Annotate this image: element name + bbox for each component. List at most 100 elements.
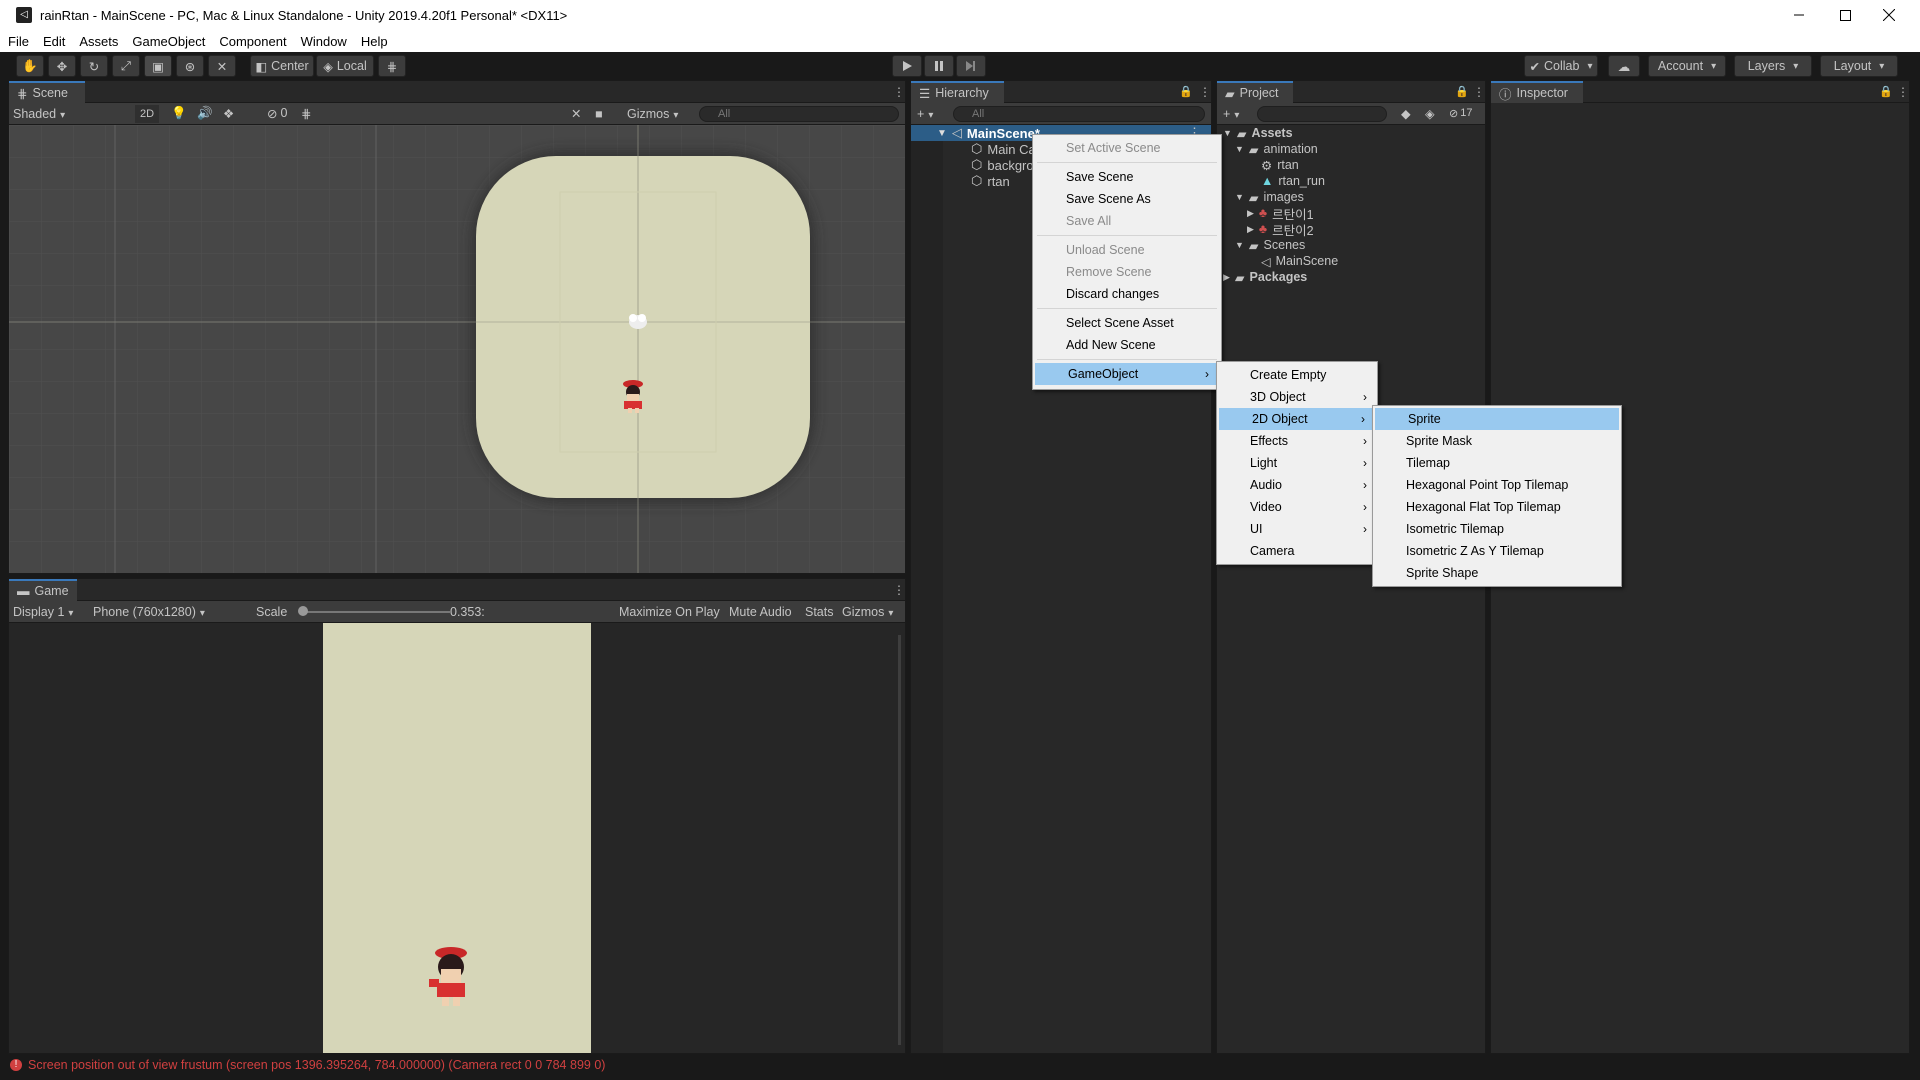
move-tool-icon[interactable]: ✥ (48, 55, 76, 77)
menu-item-2d-object[interactable]: 2D Object › (1219, 408, 1375, 430)
audio-icon[interactable]: 🔊 (197, 106, 213, 121)
mute-audio-toggle[interactable]: Mute Audio (729, 605, 792, 619)
resolution-dropdown[interactable]: Phone (760x1280) (93, 605, 251, 619)
menu-window[interactable]: Window (301, 34, 347, 49)
pivot-local-button[interactable]: ◈ Local (316, 55, 374, 77)
menu-item-unload-scene[interactable]: Unload Scene (1033, 239, 1221, 261)
lock-icon[interactable]: 🔒 (1455, 85, 1469, 98)
tree-animation[interactable]: ▼ ▰ animation (1235, 141, 1318, 157)
menu-item-3d-object[interactable]: 3D Object › (1217, 386, 1377, 408)
menu-help[interactable]: Help (361, 34, 388, 49)
collab-dropdown[interactable]: ✔ Collab (1524, 55, 1598, 77)
expand-arrow-icon[interactable]: ▼ (937, 128, 947, 139)
tab-inspector[interactable]: ⓘ Inspector (1491, 81, 1583, 103)
more-options-icon[interactable]: ⋮ (1897, 85, 1909, 99)
menu-item-save-all[interactable]: Save All (1033, 210, 1221, 232)
lock-icon[interactable]: 🔒 (1879, 85, 1893, 98)
more-options-icon[interactable]: ⋮ (1473, 85, 1485, 99)
step-button[interactable] (956, 55, 986, 77)
menu-item-audio[interactable]: Audio › (1217, 474, 1377, 496)
effects-icon[interactable]: ❖ (223, 106, 234, 121)
scene-viewport[interactable] (9, 125, 905, 573)
menu-component[interactable]: Component (219, 34, 286, 49)
menu-item-camera[interactable]: Camera (1217, 540, 1377, 562)
create-add-icon[interactable]: + (917, 107, 933, 121)
hierarchy-item-background[interactable]: ⬡ backgro (971, 157, 1034, 173)
layers-dropdown[interactable]: Layers (1734, 55, 1812, 77)
tab-project[interactable]: ▰ Project (1217, 81, 1293, 103)
tree-rtan-controller[interactable]: ⚙ rtan (1261, 157, 1299, 173)
camera-gizmo-icon[interactable] (629, 314, 647, 329)
grid-icon[interactable]: ⋕ (301, 106, 311, 121)
menu-item-effects[interactable]: Effects › (1217, 430, 1377, 452)
menu-item-remove-scene[interactable]: Remove Scene (1033, 261, 1221, 283)
rotate-tool-icon[interactable]: ↻ (80, 55, 108, 77)
menu-item-create-empty[interactable]: Create Empty (1217, 364, 1377, 386)
camera-icon[interactable]: ■ (595, 107, 603, 121)
play-button[interactable] (892, 55, 922, 77)
expand-arrow-icon[interactable]: ▼ (1235, 240, 1244, 250)
menu-item-save-scene-as[interactable]: Save Scene As (1033, 188, 1221, 210)
expand-arrow-icon[interactable]: ▼ (1223, 128, 1232, 138)
menu-item-hex-point-top-tilemap[interactable]: Hexagonal Point Top Tilemap (1373, 474, 1621, 496)
collapse-arrow-icon[interactable]: ▶ (1223, 272, 1230, 283)
create-add-icon[interactable]: + (1223, 107, 1239, 121)
menu-item-video[interactable]: Video › (1217, 496, 1377, 518)
game-scrollbar[interactable] (898, 635, 901, 1045)
more-options-icon[interactable]: ⋮ (1199, 85, 1211, 99)
stats-toggle[interactable]: Stats (805, 605, 834, 619)
menu-item-discard-changes[interactable]: Discard changes (1033, 283, 1221, 305)
menu-item-ui[interactable]: UI › (1217, 518, 1377, 540)
tree-assets[interactable]: ▼ ▰ Assets (1223, 125, 1293, 141)
lighting-icon[interactable]: 💡 (171, 106, 187, 121)
layout-dropdown[interactable]: Layout (1820, 55, 1898, 77)
menu-item-select-scene-asset[interactable]: Select Scene Asset (1033, 312, 1221, 334)
game-gizmos-dropdown[interactable]: Gizmos (842, 605, 893, 619)
tree-rtan-run[interactable]: ▲ rtan_run (1261, 173, 1325, 189)
project-search-input[interactable] (1257, 106, 1387, 122)
menu-item-set-active-scene[interactable]: Set Active Scene (1033, 137, 1221, 159)
menu-assets[interactable]: Assets (79, 34, 118, 49)
transform-tool-icon[interactable]: ⊛ (176, 55, 204, 77)
custom-tool-icon[interactable]: ✕ (208, 55, 236, 77)
scene-search-input[interactable]: All (699, 106, 899, 122)
menu-item-sprite-mask[interactable]: Sprite Mask (1373, 430, 1621, 452)
tools-icon[interactable]: ✕ (571, 106, 581, 121)
rect-tool-icon[interactable]: ▣ (144, 55, 172, 77)
status-bar[interactable]: ! Screen position out of view frustum (s… (0, 1054, 1920, 1076)
menu-item-light[interactable]: Light › (1217, 452, 1377, 474)
scene-canvas[interactable] (9, 125, 905, 573)
game-viewport[interactable] (9, 623, 905, 1053)
tab-scene[interactable]: ⋕ Scene (9, 81, 85, 103)
filter-type-icon[interactable]: ◆ (1401, 106, 1411, 121)
hierarchy-item-camera[interactable]: ⬡ Main Ca (971, 141, 1036, 157)
shading-mode-dropdown[interactable]: Shaded (13, 107, 131, 121)
menu-item-tilemap[interactable]: Tilemap (1373, 452, 1621, 474)
pivot-center-button[interactable]: ◧ Center (250, 55, 314, 77)
lock-icon[interactable]: 🔒 (1179, 85, 1193, 98)
collapse-arrow-icon[interactable]: ▶ (1247, 224, 1254, 235)
hierarchy-item-rtan[interactable]: ⬡ rtan (971, 173, 1010, 189)
scale-slider-track[interactable] (300, 611, 450, 613)
tree-scenes[interactable]: ▼ ▰ Scenes (1235, 237, 1305, 253)
more-options-icon[interactable]: ⋮ (893, 85, 905, 99)
scale-slider-thumb[interactable] (298, 606, 308, 616)
expand-arrow-icon[interactable]: ▼ (1235, 144, 1244, 154)
minimize-button[interactable] (1776, 0, 1822, 30)
close-button[interactable] (1866, 0, 1912, 30)
menu-edit[interactable]: Edit (43, 34, 65, 49)
gizmos-dropdown[interactable]: Gizmos (627, 107, 678, 121)
pause-button[interactable] (924, 55, 954, 77)
maximize-on-play-toggle[interactable]: Maximize On Play (619, 605, 720, 619)
filter-label-icon[interactable]: ◈ (1425, 106, 1435, 121)
more-options-icon[interactable]: ⋮ (893, 583, 905, 597)
tab-hierarchy[interactable]: ☰ Hierarchy (911, 81, 1004, 103)
menu-item-isometric-zy-tilemap[interactable]: Isometric Z As Y Tilemap (1373, 540, 1621, 562)
collapse-arrow-icon[interactable]: ▶ (1247, 208, 1254, 219)
menu-item-hex-flat-top-tilemap[interactable]: Hexagonal Flat Top Tilemap (1373, 496, 1621, 518)
tree-packages[interactable]: ▶ ▰ Packages (1223, 269, 1307, 285)
menu-item-sprite-shape[interactable]: Sprite Shape (1373, 562, 1621, 584)
menu-item-isometric-tilemap[interactable]: Isometric Tilemap (1373, 518, 1621, 540)
tree-sprite-2[interactable]: ▶ ♣ 르탄이2 (1247, 221, 1314, 238)
toggle-2d-button[interactable]: 2D (135, 105, 159, 123)
